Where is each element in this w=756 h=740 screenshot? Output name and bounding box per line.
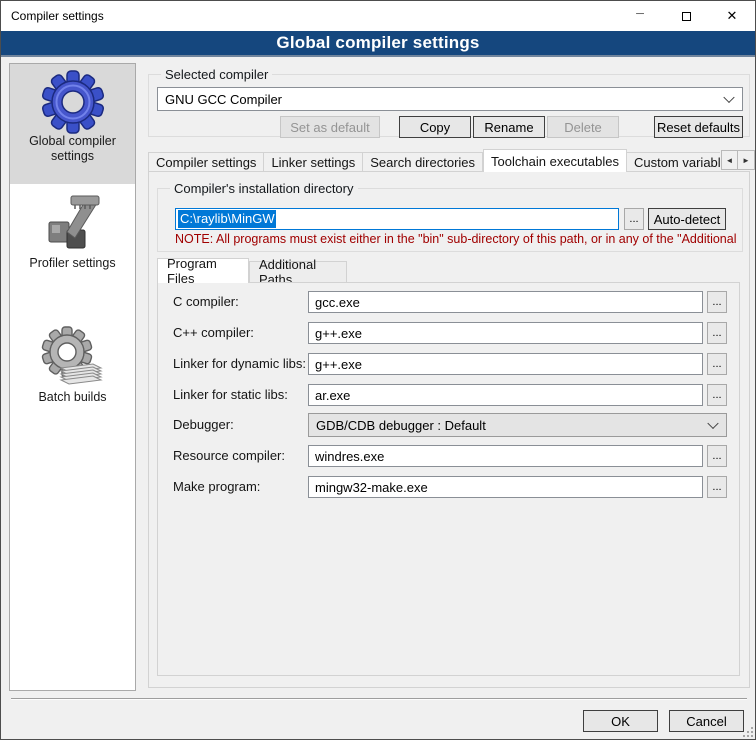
page-title: Global compiler settings bbox=[276, 33, 479, 53]
linker-static-input[interactable]: ar.exe bbox=[308, 384, 703, 406]
title-bar[interactable]: Compiler settings ─ ✕ bbox=[1, 1, 755, 31]
settings-sidebar: Global compiler settings Profiler settin… bbox=[9, 63, 136, 691]
chevron-down-icon bbox=[707, 418, 718, 429]
subtab-program-files[interactable]: Program Files bbox=[157, 258, 249, 283]
close-icon: ✕ bbox=[727, 8, 738, 24]
ok-button[interactable]: OK bbox=[583, 710, 658, 732]
debugger-select[interactable]: GDB/CDB debugger : Default bbox=[308, 413, 727, 437]
window-title: Compiler settings bbox=[11, 1, 104, 31]
rename-button[interactable]: Rename bbox=[473, 116, 545, 138]
compiler-select-value: GNU GCC Compiler bbox=[165, 92, 282, 107]
chevron-down-icon bbox=[723, 92, 734, 103]
resize-grip[interactable] bbox=[743, 727, 745, 729]
close-button[interactable]: ✕ bbox=[709, 1, 755, 31]
tab-compiler-settings[interactable]: Compiler settings bbox=[148, 152, 264, 172]
program-files-panel: C compiler: gcc.exe ... C++ compiler: g+… bbox=[157, 282, 740, 676]
delete-button[interactable]: Delete bbox=[547, 116, 619, 138]
browse-linker-static-button[interactable]: ... bbox=[707, 384, 727, 406]
sidebar-item-batch-builds[interactable]: Batch builds bbox=[10, 322, 135, 432]
cpp-compiler-input[interactable]: g++.exe bbox=[308, 322, 703, 344]
browse-c-compiler-button[interactable]: ... bbox=[707, 291, 727, 313]
installation-directory-legend: Compiler's installation directory bbox=[170, 181, 358, 196]
tab-custom-variables[interactable]: Custom variables bbox=[627, 152, 720, 172]
c-compiler-input[interactable]: gcc.exe bbox=[308, 291, 703, 313]
bin-subdirectory-note: NOTE: All programs must exist either in … bbox=[175, 232, 737, 247]
caliper-tool-icon bbox=[41, 192, 105, 256]
field-label-make-program: Make program: bbox=[173, 479, 260, 494]
sidebar-item-label: Batch builds bbox=[21, 390, 125, 405]
minimize-button[interactable]: ─ bbox=[617, 1, 663, 31]
tab-linker-settings[interactable]: Linker settings bbox=[264, 152, 363, 172]
arrow-right-icon: ► bbox=[742, 156, 750, 165]
auto-detect-button[interactable]: Auto-detect bbox=[648, 208, 726, 230]
field-label-c-compiler: C compiler: bbox=[173, 294, 239, 309]
tab-scroll-left-button[interactable]: ◄ bbox=[721, 150, 738, 170]
sidebar-item-label: Profiler settings bbox=[21, 256, 125, 271]
browse-resource-compiler-button[interactable]: ... bbox=[707, 445, 727, 467]
tab-scroll-buttons: ◄ ► bbox=[721, 150, 755, 170]
maximize-button[interactable] bbox=[663, 1, 709, 31]
compiler-tab-strip: Compiler settings Linker settings Search… bbox=[148, 149, 720, 172]
selected-compiler-legend: Selected compiler bbox=[161, 67, 272, 82]
gray-gear-stack-icon bbox=[41, 326, 105, 390]
set-as-default-button[interactable]: Set as default bbox=[280, 116, 380, 138]
field-label-linker-static: Linker for static libs: bbox=[173, 387, 288, 402]
tab-toolchain-executables[interactable]: Toolchain executables bbox=[483, 149, 627, 172]
selected-path-text: C:\raylib\MinGW bbox=[178, 210, 276, 228]
caption-buttons: ─ ✕ bbox=[617, 1, 755, 31]
field-label-cpp-compiler: C++ compiler: bbox=[173, 325, 254, 340]
field-label-debugger: Debugger: bbox=[173, 417, 234, 432]
field-label-resource-compiler: Resource compiler: bbox=[173, 448, 285, 463]
footer-divider bbox=[11, 698, 747, 700]
linker-dynamic-input[interactable]: g++.exe bbox=[308, 353, 703, 375]
browse-cpp-compiler-button[interactable]: ... bbox=[707, 322, 727, 344]
arrow-left-icon: ◄ bbox=[726, 156, 734, 165]
tab-scroll-right-button[interactable]: ► bbox=[738, 150, 755, 170]
reset-defaults-button[interactable]: Reset defaults bbox=[654, 116, 743, 138]
maximize-icon bbox=[682, 12, 691, 21]
installation-directory-group: Compiler's installation directory C:\ray… bbox=[157, 188, 743, 252]
toolchain-executables-page: Compiler's installation directory C:\ray… bbox=[148, 171, 750, 688]
minimize-icon: ─ bbox=[636, 8, 644, 20]
browse-directory-button[interactable]: ... bbox=[624, 208, 644, 230]
resource-compiler-input[interactable]: windres.exe bbox=[308, 445, 703, 467]
compiler-select[interactable]: GNU GCC Compiler bbox=[157, 87, 743, 111]
cancel-button[interactable]: Cancel bbox=[669, 710, 744, 732]
field-label-linker-dynamic: Linker for dynamic libs: bbox=[173, 356, 306, 371]
sidebar-item-global-compiler-settings[interactable]: Global compiler settings bbox=[10, 64, 135, 184]
selected-compiler-group: Selected compiler GNU GCC Compiler Set a… bbox=[148, 74, 750, 137]
compiler-settings-dialog: Compiler settings ─ ✕ Global compiler se… bbox=[0, 0, 756, 740]
sidebar-item-label: Global compiler settings bbox=[21, 134, 125, 164]
copy-button[interactable]: Copy bbox=[399, 116, 471, 138]
blue-gear-icon bbox=[41, 70, 105, 134]
installation-directory-input[interactable]: C:\raylib\MinGW bbox=[175, 208, 619, 230]
tab-search-directories[interactable]: Search directories bbox=[363, 152, 483, 172]
browse-make-program-button[interactable]: ... bbox=[707, 476, 727, 498]
dialog-header: Global compiler settings bbox=[1, 31, 755, 57]
subtab-additional-paths[interactable]: Additional Paths bbox=[249, 261, 347, 283]
browse-linker-dynamic-button[interactable]: ... bbox=[707, 353, 727, 375]
sidebar-item-profiler-settings[interactable]: Profiler settings bbox=[10, 190, 135, 294]
make-program-input[interactable]: mingw32-make.exe bbox=[308, 476, 703, 498]
